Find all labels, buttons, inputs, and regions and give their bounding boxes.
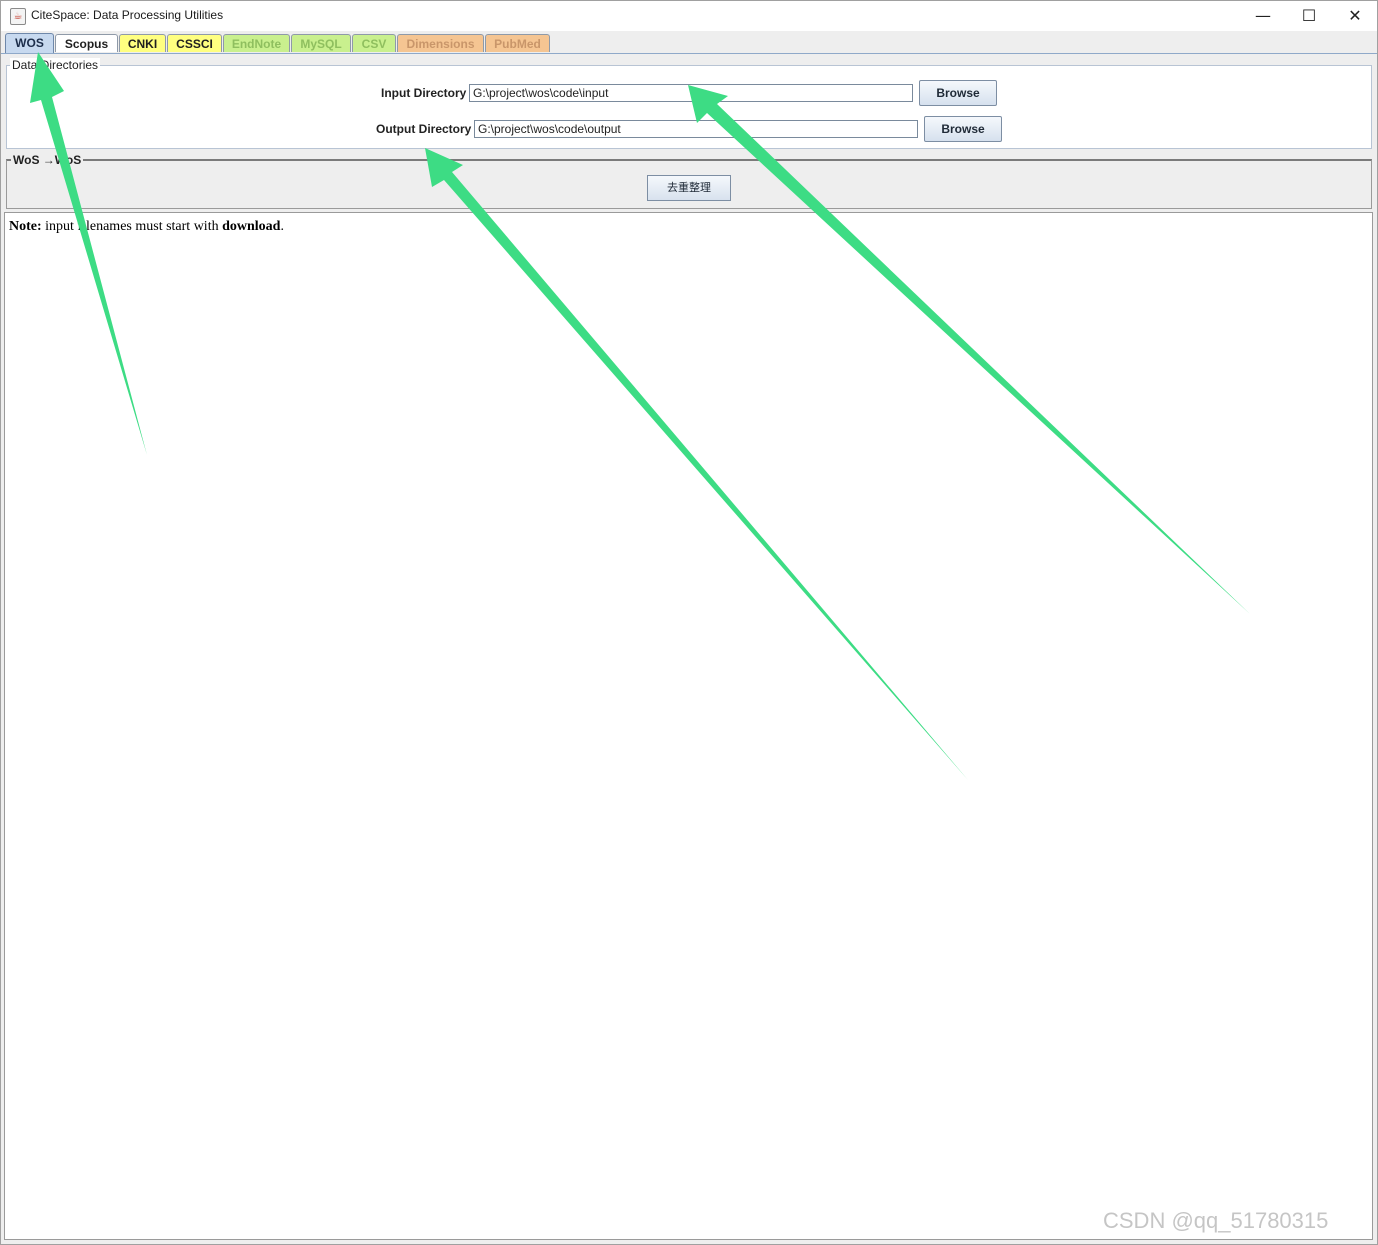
title-bar[interactable]: ☕ CiteSpace: Data Processing Utilities —…	[1, 1, 1377, 31]
minimize-button[interactable]: —	[1240, 1, 1286, 31]
output-browse-button[interactable]: Browse	[924, 116, 1002, 142]
output-directory-field[interactable]: G:\project\wos\code\output	[474, 120, 918, 138]
tab-wos[interactable]: WOS	[5, 33, 54, 53]
input-directory-field[interactable]: G:\project\wos\code\input	[469, 84, 913, 102]
tab-cssci[interactable]: CSSCI	[167, 34, 222, 52]
note-suffix: .	[280, 219, 284, 234]
wos-to-wos-legend: WoS →WoS	[11, 153, 84, 167]
tab-scopus[interactable]: Scopus	[55, 34, 118, 52]
tab-pubmed[interactable]: PubMed	[485, 34, 550, 52]
note-middle: input filenames must start with	[41, 219, 223, 234]
note-prefix: Note:	[9, 219, 42, 234]
tab-strip: WOS Scopus CNKI CSSCI EndNote MySQL CSV …	[1, 31, 1377, 54]
tab-csv[interactable]: CSV	[352, 34, 396, 52]
tab-mysql[interactable]: MySQL	[291, 34, 351, 52]
maximize-button[interactable]: ☐	[1286, 1, 1332, 31]
close-button[interactable]: ✕	[1332, 1, 1377, 31]
dedup-button[interactable]: 去重整理	[647, 175, 731, 201]
data-directories-legend: Data Directories	[10, 58, 101, 72]
tab-endnote[interactable]: EndNote	[223, 34, 290, 52]
input-directory-label: Input Directory	[381, 86, 467, 100]
output-directory-label: Output Directory	[376, 122, 472, 136]
app-window: ☕ CiteSpace: Data Processing Utilities —…	[0, 0, 1378, 1245]
tab-cnki[interactable]: CNKI	[119, 34, 166, 52]
note-text: Note: input filenames must start with do…	[9, 219, 284, 235]
java-cup-icon: ☕	[10, 8, 26, 25]
tab-dimensions[interactable]: Dimensions	[397, 34, 484, 52]
note-text-area: Note: input filenames must start with do…	[4, 212, 1373, 1240]
input-browse-button[interactable]: Browse	[919, 80, 997, 106]
csdn-watermark: CSDN @qq_51780315	[1103, 1208, 1329, 1233]
window-title: CiteSpace: Data Processing Utilities	[31, 8, 224, 22]
note-keyword: download	[222, 219, 281, 234]
